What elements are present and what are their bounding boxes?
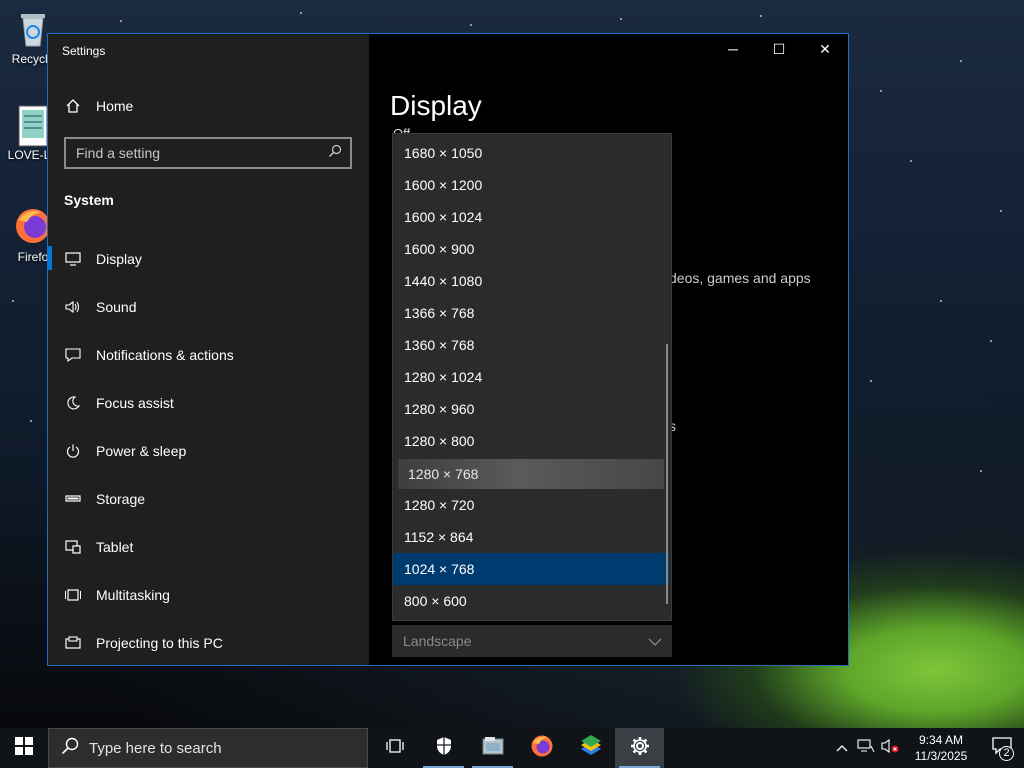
security-app-button[interactable] — [419, 728, 468, 768]
close-button[interactable]: ✕ — [802, 34, 848, 64]
home-icon — [64, 97, 82, 115]
multitasking-icon — [64, 586, 82, 604]
system-tray: 9:34 AM 11/3/2025 2 — [830, 728, 1024, 768]
bluestacks-taskbar-button[interactable] — [566, 728, 615, 768]
minimize-button[interactable]: ─ — [710, 34, 756, 64]
taskbar-search-placeholder: Type here to search — [89, 739, 222, 757]
task-view-button[interactable] — [370, 728, 419, 768]
speaker-muted-icon — [881, 738, 899, 759]
resolution-option[interactable]: 1600 × 1200 — [393, 169, 669, 201]
windows-logo-icon — [15, 736, 33, 760]
resolution-option-selected[interactable]: 1024 × 768 — [393, 553, 669, 585]
display-orientation-select[interactable]: Landscape — [392, 625, 672, 657]
task-view-icon — [385, 738, 404, 759]
monitor-icon — [64, 250, 82, 268]
resolution-option[interactable]: 1440 × 1080 — [393, 265, 669, 297]
resolution-option[interactable]: 1600 × 1024 — [393, 201, 669, 233]
sidebar-item-label: Storage — [96, 491, 146, 507]
sidebar-item-label: Display — [96, 251, 142, 267]
power-icon — [64, 442, 82, 460]
tablet-icon — [64, 538, 82, 556]
firefox-icon — [530, 734, 554, 763]
file-explorer-icon — [481, 735, 505, 762]
network-button[interactable] — [854, 728, 878, 768]
taskbar-search-box[interactable]: Type here to search — [48, 728, 368, 768]
home-label: Home — [96, 98, 134, 114]
resolution-option[interactable]: 1280 × 1024 — [393, 361, 669, 393]
volume-button[interactable] — [878, 728, 902, 768]
display-resolution-dropdown-list[interactable]: 1680 × 1050 1600 × 1200 1600 × 1024 1600… — [392, 133, 672, 621]
taskbar-clock[interactable]: 9:34 AM 11/3/2025 — [902, 732, 980, 764]
resolution-option[interactable]: 1280 × 960 — [393, 393, 669, 425]
speaker-icon — [64, 298, 82, 316]
sidebar-item-focus-assist[interactable]: Focus assist — [64, 391, 174, 415]
sidebar-item-tablet[interactable]: Tablet — [64, 535, 133, 559]
sidebar-item-sound[interactable]: Sound — [64, 295, 136, 319]
window-title: Settings — [62, 44, 106, 58]
resolution-option[interactable]: 1280 × 720 — [393, 489, 669, 521]
sidebar-item-label: Power & sleep — [96, 443, 187, 459]
action-center-button[interactable]: 2 — [980, 728, 1024, 768]
resolution-option[interactable]: 800 × 600 — [393, 585, 669, 617]
sidebar-item-notifications[interactable]: Notifications & actions — [64, 343, 234, 367]
clock-time: 9:34 AM — [918, 733, 964, 747]
active-indicator — [48, 246, 52, 270]
window-controls: ─ ☐ ✕ — [710, 34, 848, 64]
section-label-system: System — [64, 192, 114, 208]
clock-date: 11/3/2025 — [914, 749, 968, 763]
show-hidden-icons-button[interactable] — [830, 728, 854, 768]
maximize-button[interactable]: ☐ — [756, 34, 802, 64]
resolution-option[interactable]: 1360 × 768 — [393, 329, 669, 361]
taskbar: Type here to search 9:34 AM 11/3/2025 2 — [0, 728, 1024, 768]
sidebar-item-label: Tablet — [96, 539, 134, 555]
resolution-option[interactable]: 1600 × 900 — [393, 233, 669, 265]
search-icon — [61, 737, 79, 759]
security-shield-icon — [435, 736, 453, 761]
notification-icon — [64, 346, 82, 364]
sidebar-item-label: Notifications & actions — [96, 347, 234, 363]
projecting-icon — [64, 634, 82, 652]
settings-sidebar: Settings Home System Display Sound Notif… — [48, 34, 369, 665]
settings-taskbar-button[interactable] — [615, 728, 664, 768]
network-disconnected-icon — [857, 738, 875, 759]
sidebar-item-label: Sound — [96, 299, 137, 315]
resolution-option[interactable]: 1366 × 768 — [393, 297, 669, 329]
find-setting-search[interactable] — [64, 137, 352, 169]
notification-count-badge: 2 — [999, 746, 1014, 761]
storage-icon — [64, 490, 82, 508]
find-setting-input[interactable] — [76, 145, 316, 161]
orientation-value: Landscape — [403, 633, 472, 649]
page-title: Display — [390, 90, 482, 121]
chevron-down-icon — [648, 633, 662, 649]
resolution-option[interactable]: 1152 × 864 — [393, 521, 669, 553]
home-link[interactable]: Home — [64, 97, 133, 115]
firefox-taskbar-button[interactable] — [517, 728, 566, 768]
start-button[interactable] — [0, 728, 48, 768]
sidebar-item-display[interactable]: Display — [64, 247, 142, 271]
settings-gear-icon — [630, 736, 650, 761]
sidebar-item-multitasking[interactable]: Multitasking — [64, 583, 170, 607]
resolution-option[interactable]: 1680 × 1050 — [393, 137, 669, 169]
sidebar-item-label: Multitasking — [96, 587, 170, 603]
sidebar-item-power-sleep[interactable]: Power & sleep — [64, 439, 186, 463]
sidebar-item-label: Focus assist — [96, 395, 174, 411]
sidebar-item-storage[interactable]: Storage — [64, 487, 145, 511]
resolution-option-hovered[interactable]: 1280 × 768 — [398, 459, 664, 489]
file-explorer-button[interactable] — [468, 728, 517, 768]
sidebar-item-projecting[interactable]: Projecting to this PC — [64, 631, 223, 655]
resolution-option[interactable]: 1280 × 800 — [393, 425, 669, 457]
moon-icon — [64, 394, 82, 412]
search-icon — [328, 144, 342, 163]
dropdown-scrollbar[interactable] — [666, 344, 668, 604]
bluestacks-icon — [579, 734, 603, 762]
chevron-up-icon — [836, 739, 848, 757]
sidebar-item-label: Projecting to this PC — [96, 635, 223, 651]
hdr-description-text: deos, games and apps — [669, 270, 811, 286]
